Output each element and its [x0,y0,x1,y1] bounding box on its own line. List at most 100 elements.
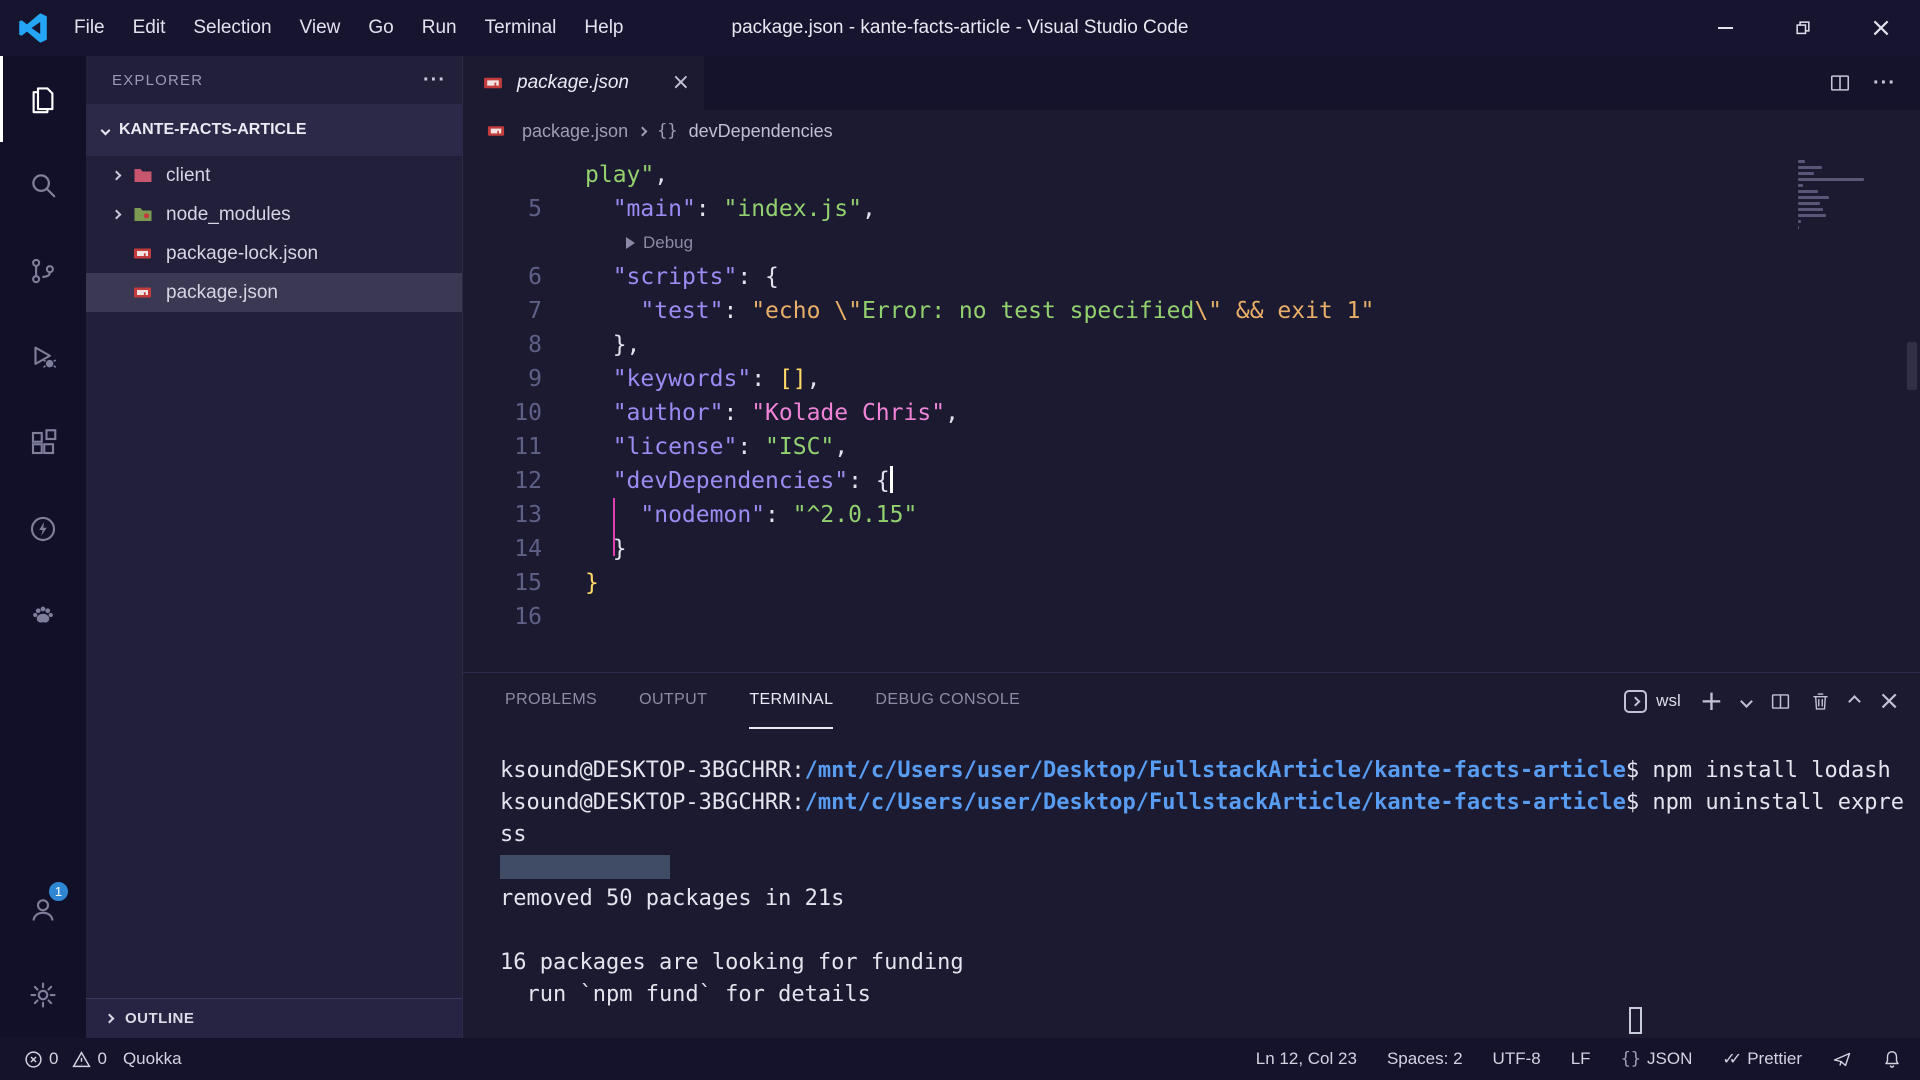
close-panel-icon[interactable]: × [1878,688,1900,714]
play-icon [626,237,635,249]
project-section-label: KANTE-FACTS-ARTICLE [119,121,307,139]
codelens-debug[interactable]: Debug [626,226,1920,260]
bracket-pair-guide [613,498,615,556]
editor-scrollbar[interactable] [1907,342,1917,390]
run-debug-icon [28,342,58,372]
indentation-status[interactable]: Spaces: 2 [1387,1049,1463,1069]
paw-icon [28,600,58,630]
explorer-item-client[interactable]: client [86,156,462,195]
activity-extensions[interactable] [0,400,86,486]
kill-terminal-icon[interactable] [1810,691,1831,712]
formatter-label: Prettier [1747,1049,1802,1069]
terminal-line: ksound@DESKTOP-3BGCHRR:/mnt/c/Users/user… [500,755,1920,787]
close-button[interactable]: × [1842,0,1920,56]
outline-label: OUTLINE [125,1010,194,1027]
breadcrumb-file[interactable]: package.json [522,121,628,142]
code-text[interactable]: "devDependencies": { [542,464,893,498]
code-text[interactable]: "main": "index.js", [542,192,876,226]
cursor-position-status[interactable]: Ln 12, Col 23 [1256,1049,1357,1069]
lightning-circle-icon [28,514,58,544]
activity-source-control[interactable] [0,228,86,314]
activity-search[interactable] [0,142,86,228]
eol-status[interactable]: LF [1571,1049,1591,1069]
code-line: 16 [463,600,1920,634]
menu-run[interactable]: Run [408,0,471,56]
quokka-status[interactable]: Quokka [123,1049,182,1069]
panel-tab-output[interactable]: OUTPUT [639,673,707,729]
feedback-icon[interactable] [1832,1049,1852,1069]
encoding-status[interactable]: UTF-8 [1493,1049,1541,1069]
minimap[interactable] [1798,160,1898,238]
code-text[interactable]: }, [542,328,640,362]
editor-more-actions-icon[interactable]: ··· [1873,72,1896,95]
code-line: 10 "author": "Kolade Chris", [463,396,1920,430]
formatter-status[interactable]: ✓✓ Prettier [1722,1049,1802,1069]
code-text[interactable]: play", [542,158,668,192]
code-text[interactable]: "nodemon": "^2.0.15" [542,498,917,532]
tab-package-json[interactable]: package.json × [463,56,704,110]
code-text[interactable]: "keywords": [], [542,362,820,396]
maximize-panel-icon[interactable] [1848,695,1861,708]
restore-button[interactable] [1764,0,1842,56]
new-terminal-icon[interactable]: + [1700,687,1723,715]
terminal-profile-label: wsl [1656,691,1681,711]
code-editor[interactable]: play",5 "main": "index.js",Debug6 "scrip… [463,152,1920,672]
project-section-header[interactable]: KANTE-FACTS-ARTICLE [86,104,462,156]
notifications-bell-icon[interactable] [1882,1049,1902,1069]
activity-accounts[interactable]: 1 [0,866,86,952]
panel-tab-terminal[interactable]: TERMINAL [749,673,833,729]
activity-run-and-debug[interactable] [0,314,86,400]
explorer-icon [28,84,58,114]
explorer-more-actions-icon[interactable]: ··· [423,69,446,92]
file-label: client [166,165,210,187]
code-text[interactable]: "author": "Kolade Chris", [542,396,959,430]
activity-code-tools[interactable] [0,572,86,658]
problems-status[interactable]: 0 0 [24,1049,107,1069]
terminal-profile[interactable]: wsl [1624,690,1681,713]
panel-tab-debug-console[interactable]: DEBUG CONSOLE [875,673,1020,729]
error-icon [24,1050,43,1069]
line-number [463,158,542,192]
split-editor-icon[interactable] [1829,72,1851,94]
tab-close-icon[interactable]: × [672,72,690,94]
code-text[interactable] [542,600,585,634]
chevron-down-icon [101,125,111,135]
menu-edit[interactable]: Edit [119,0,180,56]
code-line: 9 "keywords": [], [463,362,1920,396]
breadcrumb-symbol[interactable]: devDependencies [689,121,833,142]
panel-header: PROBLEMSOUTPUTTERMINALDEBUG CONSOLE wsl … [463,673,1920,729]
activity-explorer[interactable] [0,56,86,142]
code-text[interactable]: "scripts": { [542,260,779,294]
tab-label: package.json [517,72,629,94]
language-status[interactable]: {} JSON [1621,1049,1693,1069]
menu-selection[interactable]: Selection [179,0,285,56]
error-count: 0 [49,1049,58,1069]
menu-file[interactable]: File [60,0,119,56]
menu-terminal[interactable]: Terminal [471,0,571,56]
menu-go[interactable]: Go [354,0,407,56]
code-text[interactable]: "test": "echo \"Error: no test specified… [542,294,1374,328]
explorer-item-package-lock-json[interactable]: package-lock.json [86,234,462,273]
source-control-icon [28,256,58,286]
activity-settings[interactable] [0,952,86,1038]
line-number: 10 [463,396,542,430]
code-text[interactable]: "license": "ISC", [542,430,848,464]
menu-view[interactable]: View [286,0,355,56]
terminal-profile-icon [1624,690,1647,713]
terminal-line: removed 50 packages in 21s [500,883,1920,915]
explorer-item-package-json[interactable]: package.json [86,273,462,312]
menu-help[interactable]: Help [570,0,637,56]
line-number: 12 [463,464,542,498]
code-text[interactable]: } [542,566,599,600]
minimize-button[interactable] [1686,0,1764,56]
split-terminal-icon[interactable] [1770,691,1791,712]
terminal[interactable]: ksound@DESKTOP-3BGCHRR:/mnt/c/Users/user… [463,729,1920,1038]
line-number: 8 [463,328,542,362]
panel-tab-problems[interactable]: PROBLEMS [505,673,597,729]
file-label: package.json [166,282,278,304]
code-line: 13 "nodemon": "^2.0.15" [463,498,1920,532]
activity-quokka[interactable] [0,486,86,572]
outline-section[interactable]: OUTLINE [86,998,462,1038]
explorer-item-node-modules[interactable]: node_modules [86,195,462,234]
terminal-dropdown-icon[interactable] [1740,695,1753,708]
